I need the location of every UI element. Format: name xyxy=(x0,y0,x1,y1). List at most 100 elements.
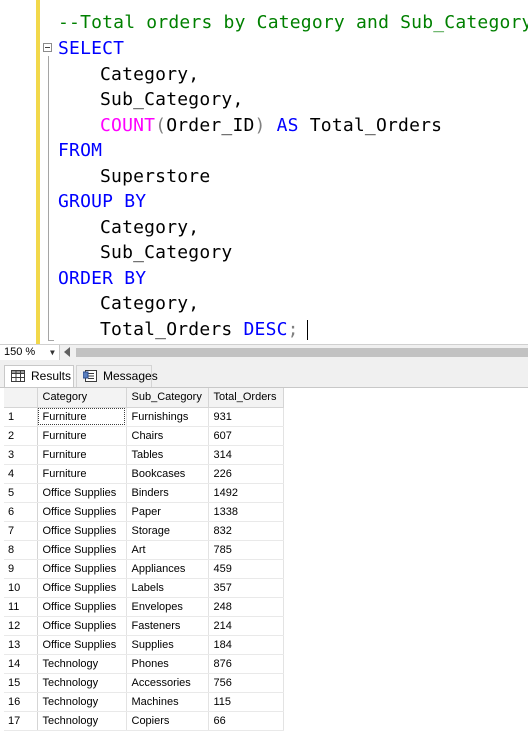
table-row[interactable]: 8 Office Supplies Art 785 xyxy=(4,540,284,560)
table-row[interactable]: 6 Office Supplies Paper 1338 xyxy=(4,502,284,522)
sub-category-cell[interactable]: Tables xyxy=(126,445,209,465)
row-number[interactable]: 2 xyxy=(4,426,38,446)
sub-category-cell[interactable]: Bookcases xyxy=(126,464,209,484)
grid-corner[interactable] xyxy=(4,388,38,408)
category-cell[interactable]: Office Supplies xyxy=(37,635,127,655)
sub-category-cell[interactable]: Supplies xyxy=(126,635,209,655)
category-cell[interactable]: Office Supplies xyxy=(37,483,127,503)
category-cell[interactable]: Technology xyxy=(37,654,127,674)
sub-category-cell[interactable]: Art xyxy=(126,540,209,560)
sub-category-cell[interactable]: Copiers xyxy=(126,711,209,731)
table-row[interactable]: 4 Furniture Bookcases 226 xyxy=(4,464,284,484)
category-cell[interactable]: Office Supplies xyxy=(37,540,127,560)
row-number[interactable]: 16 xyxy=(4,692,38,712)
table-row[interactable]: 1 Furniture Furnishings 931 xyxy=(4,407,284,427)
total-orders-cell[interactable]: 931 xyxy=(208,407,284,427)
category-cell[interactable]: Furniture xyxy=(37,445,127,465)
table-row[interactable]: 2 Furniture Chairs 607 xyxy=(4,426,284,446)
row-number[interactable]: 1 xyxy=(4,407,38,427)
table-row[interactable]: 5 Office Supplies Binders 1492 xyxy=(4,483,284,503)
sub-category-cell[interactable]: Chairs xyxy=(126,426,209,446)
row-number[interactable]: 9 xyxy=(4,559,38,579)
row-number[interactable]: 12 xyxy=(4,616,38,636)
row-number[interactable]: 3 xyxy=(4,445,38,465)
category-cell[interactable]: Technology xyxy=(37,673,127,693)
column-header[interactable]: Category xyxy=(37,388,127,408)
total-orders-cell[interactable]: 459 xyxy=(208,559,284,579)
total-orders-cell[interactable]: 785 xyxy=(208,540,284,560)
total-orders-cell[interactable]: 1492 xyxy=(208,483,284,503)
row-number[interactable]: 10 xyxy=(4,578,38,598)
sub-category-cell[interactable]: Envelopes xyxy=(126,597,209,617)
category-cell[interactable]: Office Supplies xyxy=(37,616,127,636)
table-row[interactable]: 13 Office Supplies Supplies 184 xyxy=(4,635,284,655)
table-row[interactable]: 9 Office Supplies Appliances 459 xyxy=(4,559,284,579)
sub-category-cell[interactable]: Machines xyxy=(126,692,209,712)
results-grid[interactable]: Category Sub_Category Total_Orders 1 Furn… xyxy=(4,388,284,731)
sql-editor[interactable]: --Total orders by Category and Sub_Categ… xyxy=(0,0,528,344)
table-row[interactable]: 16 Technology Machines 115 xyxy=(4,692,284,712)
category-cell[interactable]: Furniture xyxy=(37,464,127,484)
table-row[interactable]: 11 Office Supplies Envelopes 248 xyxy=(4,597,284,617)
column-header[interactable]: Total_Orders xyxy=(208,388,284,408)
total-orders-cell[interactable]: 756 xyxy=(208,673,284,693)
total-orders-cell[interactable]: 1338 xyxy=(208,502,284,522)
collapse-minus-icon[interactable] xyxy=(43,43,52,52)
row-number[interactable]: 13 xyxy=(4,635,38,655)
category-cell[interactable]: Furniture xyxy=(37,426,127,446)
category-cell[interactable]: Office Supplies xyxy=(37,597,127,617)
total-orders-cell[interactable]: 184 xyxy=(208,635,284,655)
category-cell[interactable]: Furniture xyxy=(37,407,127,427)
table-row[interactable]: 3 Furniture Tables 314 xyxy=(4,445,284,465)
total-orders-cell[interactable]: 226 xyxy=(208,464,284,484)
total-orders-cell[interactable]: 832 xyxy=(208,521,284,541)
row-number[interactable]: 15 xyxy=(4,673,38,693)
total-orders-cell[interactable]: 248 xyxy=(208,597,284,617)
sub-category-cell[interactable]: Furnishings xyxy=(126,407,209,427)
fold-guide-end xyxy=(48,340,54,341)
table-row[interactable]: 14 Technology Phones 876 xyxy=(4,654,284,674)
sub-category-cell[interactable]: Binders xyxy=(126,483,209,503)
sub-category-cell[interactable]: Labels xyxy=(126,578,209,598)
row-number[interactable]: 7 xyxy=(4,521,38,541)
category-cell[interactable]: Technology xyxy=(37,692,127,712)
category-cell[interactable]: Office Supplies xyxy=(37,559,127,579)
total-orders-cell[interactable]: 357 xyxy=(208,578,284,598)
sub-category-cell[interactable]: Phones xyxy=(126,654,209,674)
category-cell[interactable]: Technology xyxy=(37,711,127,731)
table-row[interactable]: 12 Office Supplies Fasteners 214 xyxy=(4,616,284,636)
sub-category-cell[interactable]: Paper xyxy=(126,502,209,522)
chevron-down-icon[interactable]: ▼ xyxy=(50,345,55,360)
total-orders-cell[interactable]: 66 xyxy=(208,711,284,731)
sub-category-cell[interactable]: Fasteners xyxy=(126,616,209,636)
row-number[interactable]: 14 xyxy=(4,654,38,674)
total-orders-cell[interactable]: 314 xyxy=(208,445,284,465)
table-row[interactable]: 7 Office Supplies Storage 832 xyxy=(4,521,284,541)
total-orders-cell[interactable]: 607 xyxy=(208,426,284,446)
category-cell[interactable]: Office Supplies xyxy=(37,578,127,598)
paren-open: ( xyxy=(155,115,167,136)
column-header[interactable]: Sub_Category xyxy=(126,388,209,408)
sub-category-cell[interactable]: Appliances xyxy=(126,559,209,579)
horizontal-scrollbar-thumb[interactable] xyxy=(76,348,528,357)
table-row[interactable]: 10 Office Supplies Labels 357 xyxy=(4,578,284,598)
category-cell[interactable]: Office Supplies xyxy=(37,502,127,522)
tab-messages[interactable]: Messages xyxy=(76,365,158,387)
scroll-left-arrow-icon[interactable] xyxy=(64,347,70,357)
row-number[interactable]: 4 xyxy=(4,464,38,484)
total-orders-cell[interactable]: 115 xyxy=(208,692,284,712)
tab-results[interactable]: Results xyxy=(4,365,74,387)
category-cell[interactable]: Office Supplies xyxy=(37,521,127,541)
table-row[interactable]: 15 Technology Accessories 756 xyxy=(4,673,284,693)
total-orders-cell[interactable]: 876 xyxy=(208,654,284,674)
row-number[interactable]: 17 xyxy=(4,711,38,731)
row-number[interactable]: 5 xyxy=(4,483,38,503)
code-line-table: Superstore xyxy=(58,164,210,189)
sub-category-cell[interactable]: Storage xyxy=(126,521,209,541)
row-number[interactable]: 8 xyxy=(4,540,38,560)
total-orders-cell[interactable]: 214 xyxy=(208,616,284,636)
row-number[interactable]: 6 xyxy=(4,502,38,522)
sub-category-cell[interactable]: Accessories xyxy=(126,673,209,693)
table-row[interactable]: 17 Technology Copiers 66 xyxy=(4,711,284,731)
row-number[interactable]: 11 xyxy=(4,597,38,617)
